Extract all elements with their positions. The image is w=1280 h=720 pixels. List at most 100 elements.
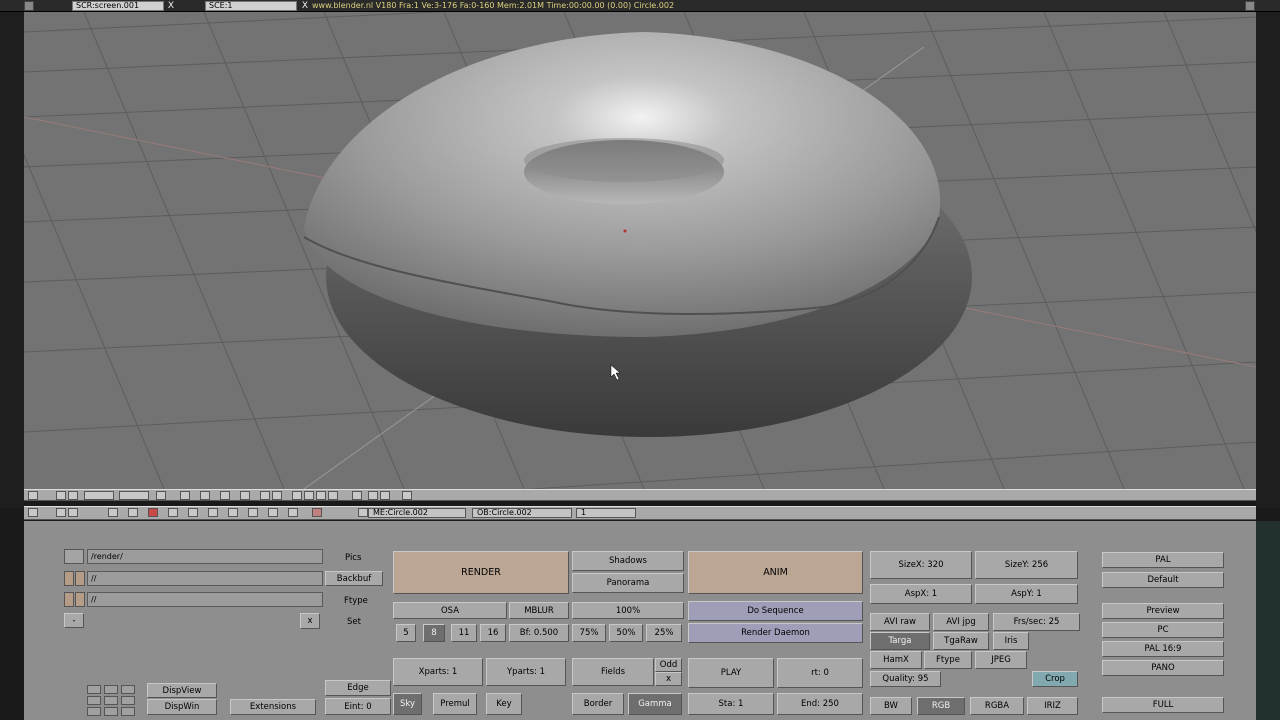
fields-toggle[interactable]: Fields	[572, 658, 654, 686]
border-toggle[interactable]: Border	[572, 693, 624, 715]
osa-level-16-button[interactable]: 16	[480, 624, 506, 642]
dispwin-button[interactable]: DispWin	[147, 699, 217, 715]
lock-icon[interactable]	[156, 491, 166, 500]
layout-grid-button-6[interactable]	[121, 696, 135, 705]
set-scene-browse-button[interactable]: -	[64, 613, 84, 628]
premul-toggle[interactable]: Premul	[433, 693, 477, 715]
lamp-buttons-icon[interactable]	[128, 508, 138, 517]
render-button[interactable]: RENDER	[393, 551, 569, 594]
scale-icon[interactable]	[316, 491, 326, 500]
sizey-field[interactable]: SizeY: 256	[975, 551, 1078, 579]
full-window-icon[interactable]	[56, 491, 66, 500]
bw-button[interactable]: BW	[870, 697, 912, 715]
play-button[interactable]: PLAY	[688, 658, 774, 688]
size-50-button[interactable]: 50%	[609, 624, 643, 642]
render-daemon-toggle[interactable]: Render Daemon	[688, 623, 863, 643]
edge-button[interactable]: Edge	[325, 680, 391, 696]
material-buttons-icon[interactable]	[148, 508, 158, 517]
animation-buttons-icon[interactable]	[188, 508, 198, 517]
targa-button[interactable]: Targa	[870, 632, 930, 650]
yparts-field[interactable]: Yparts: 1	[486, 658, 566, 686]
pics-path-field[interactable]: /render/	[87, 549, 323, 564]
xparts-field[interactable]: Xparts: 1	[393, 658, 483, 686]
ftype-path-field[interactable]: //	[87, 592, 323, 607]
scene-selector[interactable]: SCE:1	[205, 1, 297, 11]
mesh-name-field[interactable]: ME:Circle.002	[368, 508, 466, 518]
texture-buttons-icon[interactable]	[168, 508, 178, 517]
odd-toggle[interactable]: Odd	[655, 658, 682, 672]
pics-file-select-button[interactable]	[64, 549, 84, 564]
viewport-canvas[interactable]	[24, 12, 1256, 489]
panorama-toggle[interactable]: Panorama	[572, 573, 684, 593]
view-local-icon[interactable]	[240, 491, 250, 500]
view-buttons-icon[interactable]	[108, 508, 118, 517]
ftype-file-select-button[interactable]	[75, 592, 85, 607]
view-ortho-icon[interactable]	[180, 491, 190, 500]
brush-icon[interactable]	[380, 491, 390, 500]
script-buttons-icon[interactable]	[268, 508, 278, 517]
scene-delete-icon[interactable]: X	[300, 1, 310, 11]
shadows-toggle[interactable]: Shadows	[572, 551, 684, 571]
screen-selector[interactable]: SCR:screen.001	[72, 1, 164, 11]
rt-field[interactable]: rt: 0	[777, 658, 863, 688]
set-clear-button[interactable]: x	[300, 613, 320, 629]
default-preset-button[interactable]: Default	[1102, 572, 1224, 588]
anim-button[interactable]: ANIM	[688, 551, 863, 594]
start-frame-field[interactable]: Sta: 1	[688, 693, 774, 715]
layout-grid-button-3[interactable]	[121, 685, 135, 694]
quality-field[interactable]: Quality: 95	[870, 671, 941, 687]
sizex-field[interactable]: SizeX: 320	[870, 551, 972, 579]
layout-grid-button-2[interactable]	[104, 685, 118, 694]
display-buttons-icon[interactable]	[288, 508, 298, 517]
window-maximize-icon[interactable]	[1245, 1, 1255, 11]
ortho-grab-icon[interactable]	[352, 491, 362, 500]
layout-grid-button-5[interactable]	[104, 696, 118, 705]
edge-intensity-field[interactable]: Eint: 0	[325, 698, 391, 715]
hamx-button[interactable]: HamX	[870, 651, 922, 669]
ftype-button[interactable]: Ftype	[924, 651, 972, 669]
aspx-field[interactable]: AspX: 1	[870, 584, 972, 604]
crop-toggle[interactable]: Crop	[1032, 671, 1078, 687]
users-count-field[interactable]: 1	[576, 508, 636, 518]
draw-mode-icon[interactable]	[220, 491, 230, 500]
frames-per-second-field[interactable]: Frs/sec: 25	[993, 613, 1080, 631]
size-25-button[interactable]: 25%	[646, 624, 682, 642]
avi-jpg-button[interactable]: AVI jpg	[933, 613, 989, 631]
layout-grid-button-9[interactable]	[121, 707, 135, 716]
layout-grid-button-8[interactable]	[104, 707, 118, 716]
dispview-button[interactable]: DispView	[147, 683, 217, 698]
mesh-browse-icon[interactable]	[358, 508, 368, 517]
pal-preset-button[interactable]: PAL	[1102, 552, 1224, 568]
3d-viewport[interactable]	[24, 12, 1256, 489]
extensions-button[interactable]: Extensions	[230, 699, 316, 715]
osa-level-5-button[interactable]: 5	[396, 624, 416, 642]
pano-preset-button[interactable]: PANO	[1102, 660, 1224, 676]
pc-preset-button[interactable]: PC	[1102, 622, 1224, 638]
layout-grid-button-7[interactable]	[87, 707, 101, 716]
aspy-field[interactable]: AspY: 1	[975, 584, 1078, 604]
layer-buttons-row2[interactable]	[119, 491, 149, 500]
backbuf-path-field[interactable]: //	[87, 571, 323, 586]
blur-factor-field[interactable]: Bf: 0.500	[509, 624, 569, 642]
image-icon[interactable]	[402, 491, 412, 500]
magnet-icon[interactable]	[292, 491, 302, 500]
render-buttons-icon[interactable]	[312, 508, 322, 517]
home-icon[interactable]	[68, 491, 78, 500]
window-type-icon[interactable]	[28, 491, 38, 500]
sky-toggle[interactable]: Sky	[393, 693, 422, 715]
settings-icon[interactable]	[328, 491, 338, 500]
fields-x-toggle[interactable]: x	[655, 672, 682, 686]
translate-view-icon[interactable]	[260, 491, 270, 500]
preview-preset-button[interactable]: Preview	[1102, 603, 1224, 619]
rotate-icon[interactable]	[304, 491, 314, 500]
home-icon[interactable]	[68, 508, 78, 517]
size-75-button[interactable]: 75%	[572, 624, 606, 642]
backbuf-toggle[interactable]	[64, 571, 74, 586]
rgb-button[interactable]: RGB	[917, 697, 965, 715]
window-type-icon[interactable]	[24, 1, 34, 11]
rgba-button[interactable]: RGBA	[970, 697, 1024, 715]
pal169-preset-button[interactable]: PAL 16:9	[1102, 641, 1224, 657]
view-persp-icon[interactable]	[200, 491, 210, 500]
layout-grid-button-4[interactable]	[87, 696, 101, 705]
size-100-button[interactable]: 100%	[572, 602, 684, 619]
